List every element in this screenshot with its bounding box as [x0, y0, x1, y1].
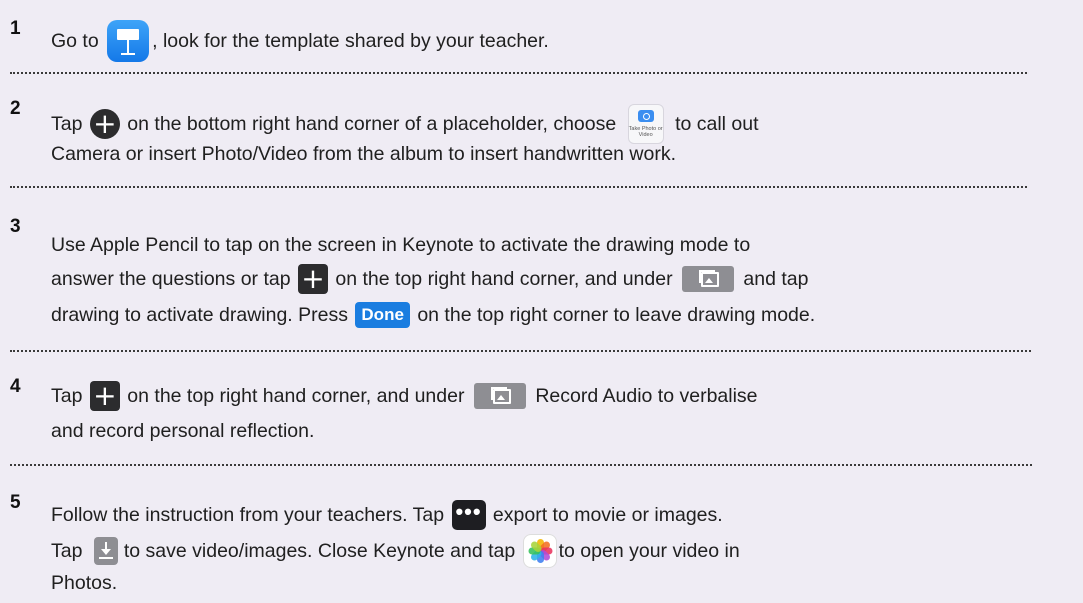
- photos-app-icon[interactable]: [522, 534, 557, 568]
- step-line: drawing to activate drawing. Press Done …: [51, 300, 815, 329]
- step-line: answer the questions or tap + on the top…: [51, 264, 808, 294]
- step-text: to call out: [675, 113, 759, 135]
- more-icon[interactable]: •••: [451, 500, 486, 530]
- take-photo-icon[interactable]: Take Photo or Video: [627, 104, 664, 144]
- step-text: on the top right hand corner, and under: [127, 385, 465, 407]
- step-number: 2: [10, 98, 21, 119]
- step-text: Tap: [51, 385, 83, 407]
- step-text: drawing to activate drawing. Press: [51, 303, 348, 326]
- media-icon[interactable]: [682, 266, 734, 292]
- step-line: Tap + on the top right hand corner, and …: [51, 381, 758, 411]
- step-text: on the top right corner to leave drawing…: [417, 303, 816, 326]
- step-text: Tap: [51, 540, 83, 562]
- keynote-app-icon[interactable]: [107, 20, 150, 62]
- step-line: Camera or insert Photo/Video from the al…: [51, 139, 676, 168]
- step-line: Tap to save video/images. Close Keynote …: [51, 534, 740, 568]
- step-number: 5: [10, 492, 21, 513]
- plus-square-icon[interactable]: +: [89, 381, 120, 411]
- step-text: and record personal reflection.: [51, 419, 315, 442]
- step-text: Camera or insert Photo/Video from the al…: [51, 142, 677, 165]
- step-text: Go to: [51, 30, 99, 52]
- step-number: 1: [10, 18, 21, 39]
- step-text: Tap: [51, 113, 83, 135]
- step-text: and tap: [743, 268, 809, 290]
- step-text: export to movie or images.: [492, 504, 723, 526]
- step-text: , look for the template shared by your t…: [152, 30, 549, 52]
- step-line: Go to , look for the template shared by …: [51, 20, 549, 62]
- step-line: Follow the instruction from your teacher…: [51, 500, 723, 530]
- plus-circle-icon[interactable]: +: [89, 109, 120, 139]
- divider: [10, 186, 1027, 188]
- step-text: Record Audio to verbalise: [535, 385, 758, 407]
- divider: [10, 464, 1032, 466]
- plus-square-icon[interactable]: +: [297, 264, 328, 294]
- step-number: 3: [10, 216, 21, 237]
- step-text: answer the questions or tap: [51, 268, 291, 290]
- step-text: to save video/images. Close Keynote and …: [123, 540, 516, 562]
- step-text: Follow the instruction from your teacher…: [51, 504, 445, 526]
- step-text: to open your video in: [558, 540, 740, 562]
- done-button[interactable]: Done: [355, 301, 410, 328]
- step-line: and record personal reflection.: [51, 416, 314, 445]
- step-line: Tap + on the bottom right hand corner of…: [51, 104, 759, 144]
- step-text: on the top right hand corner, and under: [335, 268, 673, 290]
- save-icon[interactable]: [93, 537, 118, 565]
- step-line: Photos.: [51, 568, 117, 597]
- step-number: 4: [10, 376, 21, 397]
- step-text: Photos.: [51, 571, 118, 594]
- step-line: Use Apple Pencil to tap on the screen in…: [51, 230, 750, 259]
- divider: [10, 72, 1027, 74]
- media-icon[interactable]: [473, 383, 526, 409]
- step-text: on the bottom right hand corner of a pla…: [127, 113, 617, 135]
- step-text: Use Apple Pencil to tap on the screen in…: [51, 233, 751, 256]
- divider: [10, 350, 1031, 352]
